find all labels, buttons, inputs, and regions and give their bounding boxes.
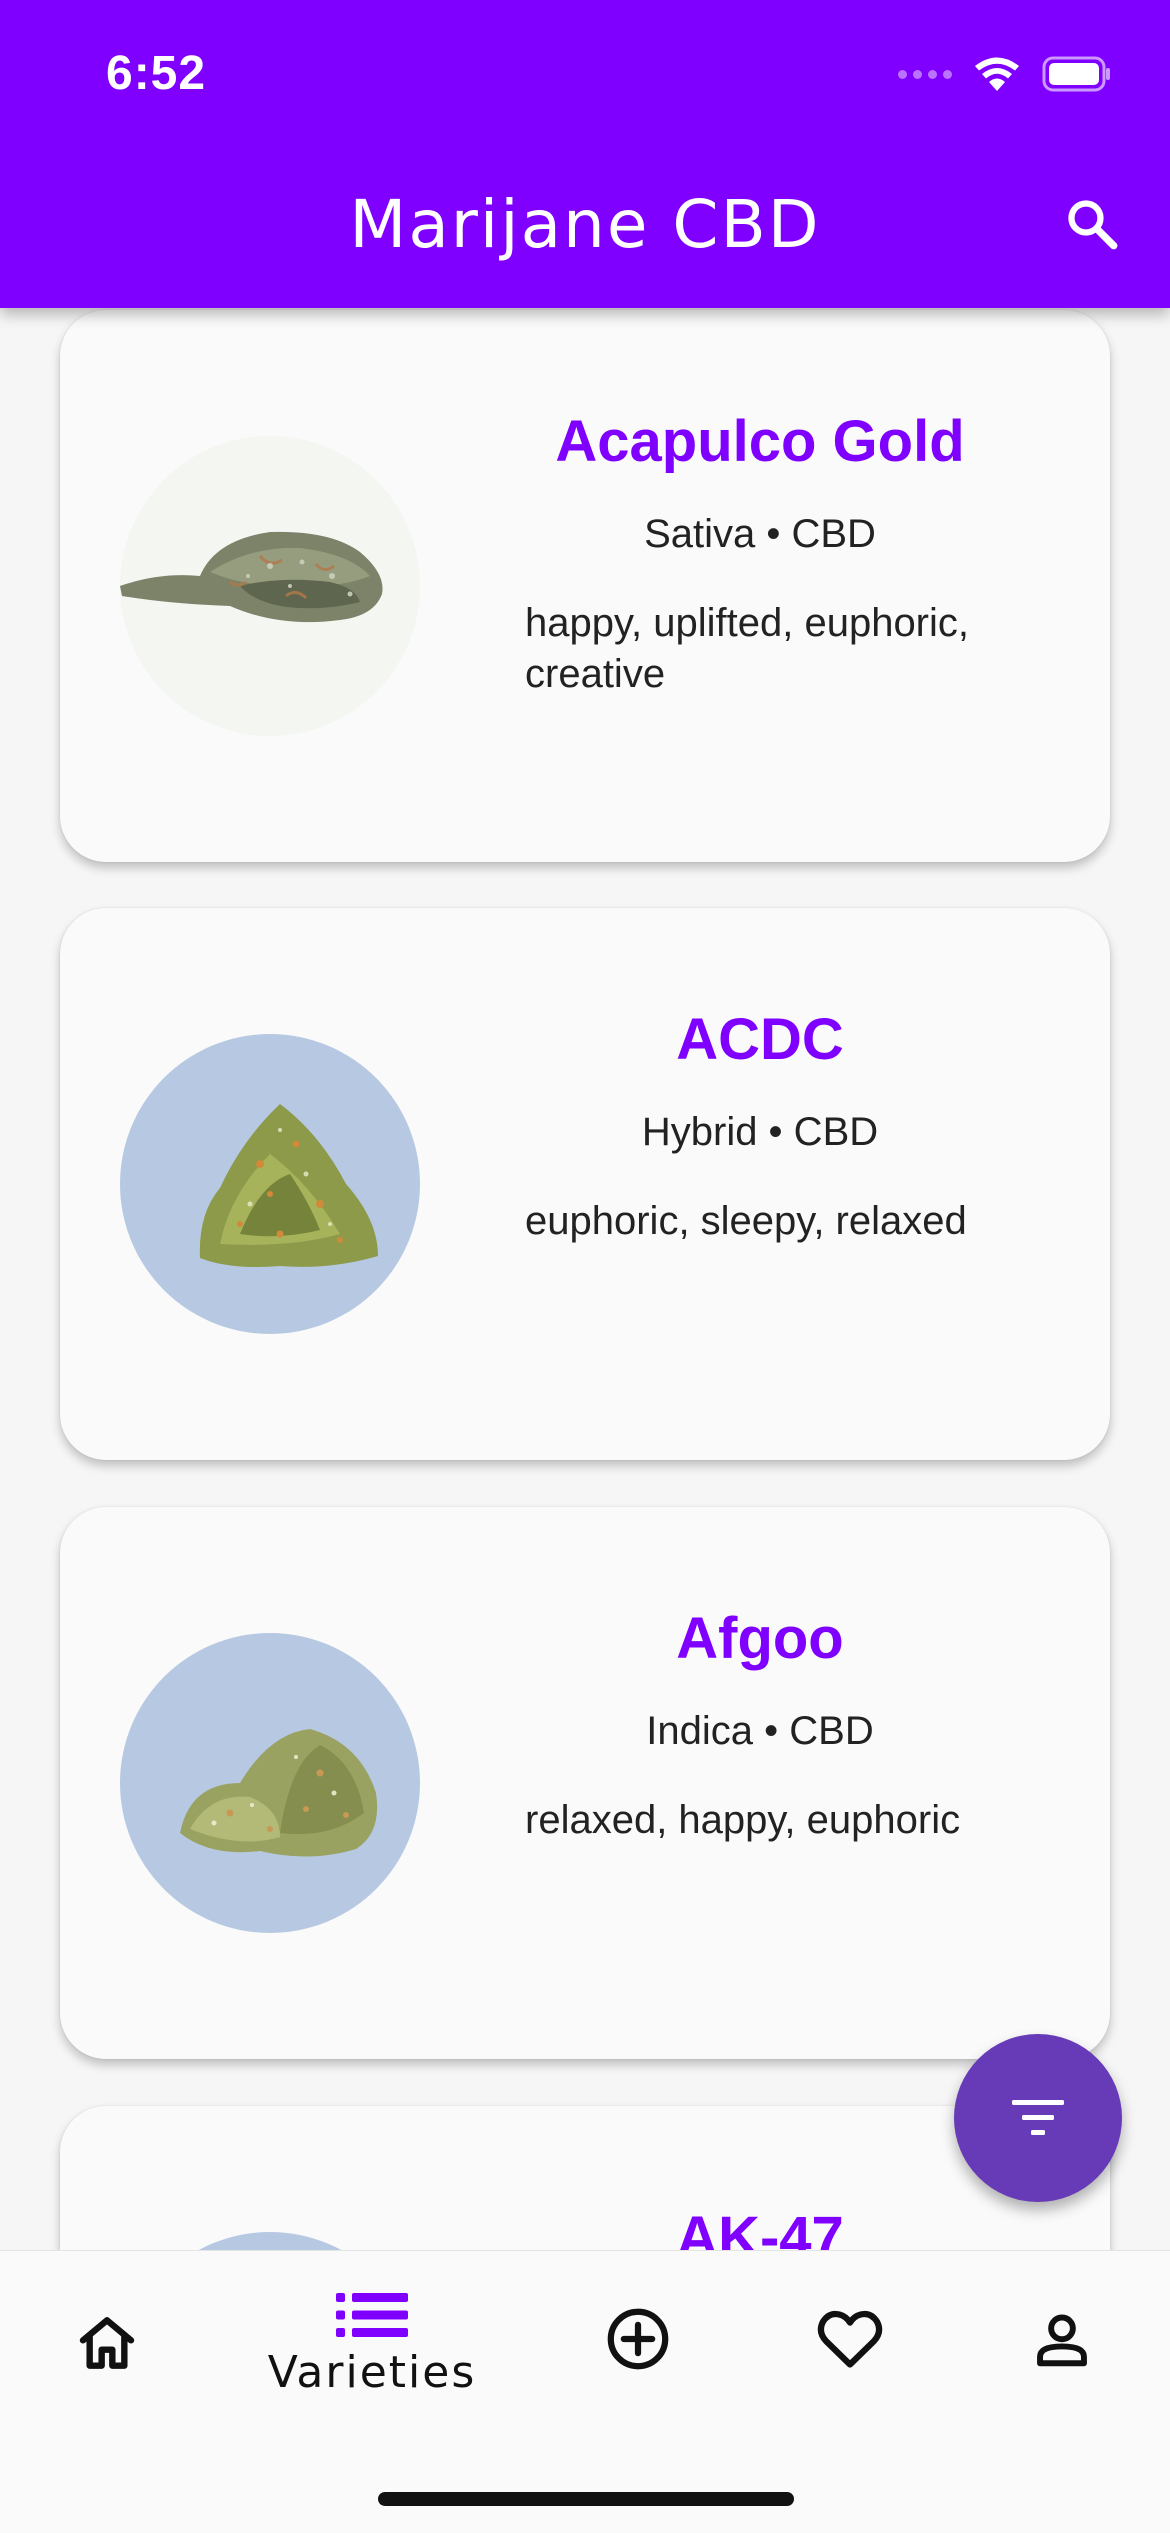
- search-icon: [1068, 200, 1118, 250]
- strain-name: Afgoo: [676, 1606, 844, 1671]
- list-icon: [336, 2293, 408, 2337]
- nav-item-add[interactable]: [596, 2305, 680, 2485]
- strain-card[interactable]: AK-47: [60, 2106, 1110, 2250]
- strain-list[interactable]: Acapulco Gold Sativa • CBD happy, uplift…: [0, 0, 1170, 2250]
- strain-card[interactable]: Afgoo Indica • CBD relaxed, happy, eupho…: [60, 1507, 1110, 2059]
- cellular-signal-icon: [898, 69, 952, 79]
- filter-icon: [1012, 2100, 1064, 2135]
- nav-item-favorites[interactable]: [808, 2307, 892, 2487]
- strain-image: [120, 436, 420, 736]
- strain-name: ACDC: [676, 1007, 844, 1072]
- strain-card[interactable]: ACDC Hybrid • CBD euphoric, sleepy, rela…: [60, 908, 1110, 1460]
- strain-name: Acapulco Gold: [555, 409, 965, 474]
- bottom-navigation: Varieties: [0, 2250, 1170, 2533]
- home-indicator[interactable]: [378, 2492, 794, 2506]
- strain-image: [120, 2232, 420, 2250]
- filter-button[interactable]: [954, 2034, 1122, 2202]
- search-button[interactable]: [1056, 188, 1128, 260]
- strain-image: [120, 1633, 420, 1933]
- app-bar: 6:52 Marijane CBD: [0, 0, 1170, 308]
- strain-type: Indica • CBD: [646, 1709, 874, 1753]
- strain-type: Sativa • CBD: [644, 512, 876, 556]
- wifi-icon: [972, 55, 1022, 93]
- strain-type: Hybrid • CBD: [641, 1110, 879, 1154]
- nav-item-profile[interactable]: [1022, 2309, 1102, 2489]
- strain-effects: relaxed, happy, euphoric: [525, 1798, 961, 1842]
- battery-icon: [1042, 56, 1112, 92]
- heart-icon: [817, 2310, 883, 2368]
- nav-item-home[interactable]: [54, 2311, 160, 2491]
- person-icon: [1037, 2314, 1087, 2367]
- strain-card[interactable]: Acapulco Gold Sativa • CBD happy, uplift…: [60, 310, 1110, 862]
- strain-image: [120, 1034, 420, 1334]
- strain-name: AK-47: [676, 2205, 844, 2250]
- strain-effects: euphoric, sleepy, relaxed: [525, 1199, 967, 1243]
- strain-effects: happy, uplifted, euphoric, creative: [525, 601, 970, 696]
- add-circle-icon: [607, 2308, 669, 2370]
- status-icons: [898, 52, 1112, 96]
- page-title: Marijane CBD: [349, 186, 821, 263]
- home-icon: [79, 2317, 135, 2369]
- nav-item-varieties[interactable]: Varieties: [262, 2291, 482, 2471]
- nav-label-varieties: Varieties: [267, 2347, 477, 2398]
- status-time: 6:52: [106, 47, 207, 100]
